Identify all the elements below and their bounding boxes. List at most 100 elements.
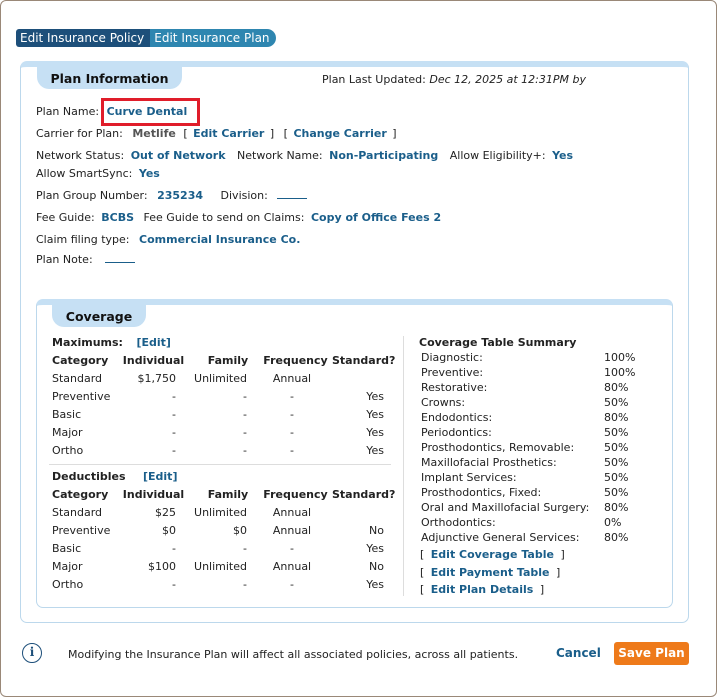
- table-cell: -: [243, 542, 247, 555]
- carrier-value: Metlife: [132, 127, 176, 140]
- column-header: Family: [207, 354, 249, 367]
- last-updated-label: Plan Last Updated:: [322, 73, 426, 86]
- summary-value: 50%: [604, 426, 629, 439]
- table-cell: $0: [162, 524, 176, 537]
- column-header: Individual: [122, 354, 185, 367]
- table-cell: -: [172, 578, 176, 591]
- edit-payment-table-link[interactable]: Edit Payment Table: [431, 566, 550, 579]
- table-cell: $25: [155, 506, 176, 519]
- table-cell: Annual: [272, 560, 312, 573]
- summary-value: 80%: [604, 381, 629, 394]
- table-cell: Unlimited: [194, 560, 247, 573]
- maximums-label: Maximums:: [52, 336, 123, 349]
- table-cell: -: [290, 408, 294, 421]
- summary-label: Restorative:: [421, 381, 488, 394]
- smartsync-label: Allow SmartSync:: [36, 167, 133, 180]
- table-cell: -: [290, 444, 294, 457]
- summary-title: Coverage Table Summary: [419, 336, 577, 349]
- group-number-row: Plan Group Number: 235234 Division:: [36, 189, 308, 202]
- smartsync-row: Allow SmartSync: Yes: [36, 167, 160, 180]
- table-cell: Unlimited: [194, 372, 247, 385]
- table-cell: -: [172, 542, 176, 555]
- carrier-label: Carrier for Plan:: [36, 127, 123, 140]
- summary-label: Periodontics:: [421, 426, 492, 439]
- save-plan-button[interactable]: Save Plan: [614, 642, 689, 665]
- table-cell: Annual: [272, 372, 312, 385]
- table-cell: -: [172, 426, 176, 439]
- summary-label: Implant Services:: [421, 471, 517, 484]
- last-updated-value: Dec 12, 2025 at 12:31PM by: [429, 73, 586, 86]
- group-number-label: Plan Group Number:: [36, 189, 148, 202]
- summary-label: Diagnostic:: [421, 351, 483, 364]
- network-status-label: Network Status:: [36, 149, 125, 162]
- eligibility-label: Allow Eligibility+:: [449, 149, 546, 162]
- table-cell: Yes: [366, 444, 384, 457]
- column-header: Frequency: [263, 488, 328, 501]
- summary-value: 80%: [604, 501, 629, 514]
- summary-label: Adjunctive General Services:: [421, 531, 580, 544]
- table-cell: Yes: [366, 390, 384, 403]
- plan-name-highlight: [101, 98, 200, 126]
- division-blank[interactable]: [277, 190, 308, 199]
- summary-value: 50%: [604, 396, 629, 409]
- deductibles-edit-link[interactable]: [Edit]: [143, 470, 177, 483]
- coverage-divider-horizontal: [49, 464, 391, 465]
- summary-label: Crowns:: [421, 396, 466, 409]
- table-cell: Annual: [272, 524, 312, 537]
- table-cell: -: [172, 408, 176, 421]
- fee-guide-claims-value: Copy of Office Fees 2: [310, 211, 442, 224]
- table-cell: -: [290, 390, 294, 403]
- table-cell: $100: [148, 560, 176, 573]
- summary-label: Maxillofacial Prosthetics:: [421, 456, 557, 469]
- table-cell: No: [369, 524, 384, 537]
- claim-type-label: Claim filing type:: [36, 233, 130, 246]
- group-number-value: 235234: [157, 189, 204, 202]
- coverage-divider-vertical: [403, 336, 404, 596]
- edit-coverage-table-link[interactable]: Edit Coverage Table: [431, 548, 554, 561]
- tab-bar: Edit Insurance Policy Edit Insurance Pla…: [16, 29, 276, 47]
- table-cell: Yes: [366, 578, 384, 591]
- plan-note-blank[interactable]: [105, 254, 136, 263]
- network-name-value: Non-Participating: [329, 149, 439, 162]
- plan-note-row: Plan Note:: [36, 253, 136, 266]
- summary-value: 80%: [604, 411, 629, 424]
- table-cell: Basic: [52, 542, 82, 555]
- cancel-button[interactable]: Cancel: [556, 642, 601, 665]
- maximums-edit-link[interactable]: [Edit]: [136, 336, 170, 349]
- table-cell: -: [290, 426, 294, 439]
- coverage-header: Coverage: [52, 305, 146, 327]
- table-cell: -: [290, 542, 294, 555]
- edit-coverage-table-row: [ Edit Coverage Table ]: [420, 548, 565, 561]
- table-cell: Yes: [366, 426, 384, 439]
- summary-label: Endodontics:: [421, 411, 493, 424]
- claim-type-value: Commercial Insurance Co.: [139, 233, 301, 246]
- summary-value: 50%: [604, 441, 629, 454]
- summary-value: 50%: [604, 486, 629, 499]
- summary-label: Prosthodontics, Removable:: [421, 441, 575, 454]
- table-cell: Unlimited: [194, 506, 247, 519]
- table-cell: -: [243, 444, 247, 457]
- summary-value: 50%: [604, 471, 629, 484]
- edit-carrier-link[interactable]: Edit Carrier: [193, 127, 264, 140]
- change-carrier-link[interactable]: Change Carrier: [293, 127, 386, 140]
- column-header: Standard?: [332, 354, 396, 367]
- tab-edit-insurance-plan[interactable]: Edit Insurance Plan: [150, 29, 276, 47]
- column-header: Family: [207, 488, 249, 501]
- edit-plan-details-row: [ Edit Plan Details ]: [420, 583, 545, 596]
- table-cell: -: [243, 390, 247, 403]
- carrier-row: Carrier for Plan: Metlife [ Edit Carrier…: [36, 127, 397, 140]
- footer-message: Modifying the Insurance Plan will affect…: [68, 648, 519, 661]
- table-cell: -: [243, 408, 247, 421]
- table-cell: No: [369, 560, 384, 573]
- smartsync-value: Yes: [138, 167, 160, 180]
- network-name-label: Network Name:: [237, 149, 323, 162]
- tab-edit-insurance-policy[interactable]: Edit Insurance Policy: [16, 29, 151, 47]
- last-updated: Plan Last Updated: Dec 12, 2025 at 12:31…: [322, 73, 586, 86]
- edit-payment-table-row: [ Edit Payment Table ]: [420, 566, 561, 579]
- fee-guide-claims-label: Fee Guide to send on Claims:: [143, 211, 305, 224]
- deductibles-label: Deductibles: [52, 470, 126, 483]
- edit-plan-details-link[interactable]: Edit Plan Details: [431, 583, 534, 596]
- summary-label: Oral and Maxillofacial Surgery:: [421, 501, 590, 514]
- plan-note-label: Plan Note:: [36, 253, 93, 266]
- table-cell: Basic: [52, 408, 82, 421]
